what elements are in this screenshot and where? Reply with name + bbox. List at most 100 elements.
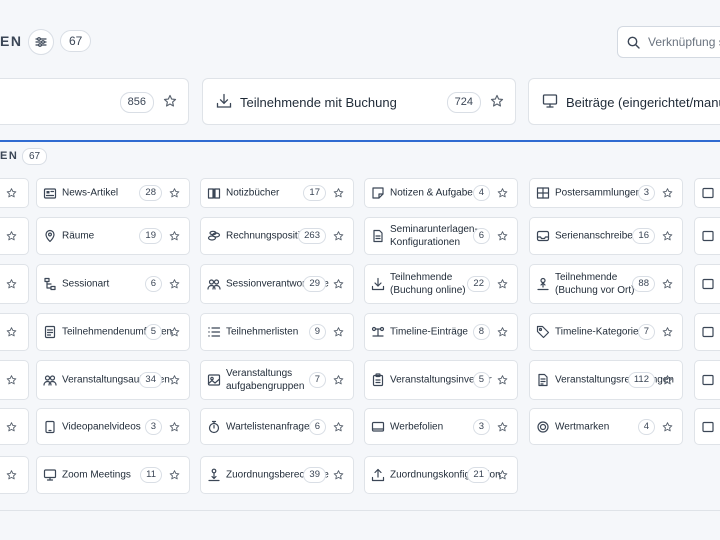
link-card-zuordnungskonfiguration[interactable]: Zuordnungskonfiguration 21 bbox=[364, 456, 518, 494]
star-icon[interactable] bbox=[333, 327, 344, 338]
search-box[interactable] bbox=[617, 26, 720, 58]
star-icon[interactable] bbox=[6, 188, 17, 199]
star-icon[interactable] bbox=[662, 327, 673, 338]
link-card-postersammlungen[interactable]: Postersammlungen 3 bbox=[529, 178, 683, 208]
star-icon[interactable] bbox=[6, 375, 17, 386]
star-icon[interactable] bbox=[662, 188, 673, 199]
link-card-teilnehmendenumfragen[interactable]: Teilnehmendenumfragen 5 bbox=[36, 313, 190, 351]
link-card-news-artikel[interactable]: News-Artikel 28 bbox=[36, 178, 190, 208]
link-card-zuordnungsberechtigte[interactable]: Zuordnungsberechtigte 39 bbox=[200, 456, 354, 494]
link-card[interactable] bbox=[0, 408, 29, 445]
star-icon[interactable] bbox=[497, 421, 508, 432]
featured-card-teilnehmende-mit-buchung[interactable]: Teilnehmende mit Buchung 724 bbox=[202, 78, 516, 125]
link-card-wertmarken[interactable]: Wertmarken 4 bbox=[529, 408, 683, 445]
link-count: 19 bbox=[139, 228, 162, 244]
link-count: 21 bbox=[467, 467, 490, 483]
star-icon[interactable] bbox=[333, 375, 344, 386]
star-icon[interactable] bbox=[169, 231, 180, 242]
link-card-timeline-einträge[interactable]: Timeline-Einträge 8 bbox=[364, 313, 518, 351]
link-card-teilnehmende[interactable]: Teilnehmende (Buchung online) 22 bbox=[364, 264, 518, 304]
link-card-veranstaltungs[interactable]: Veranstaltungs aufgabengruppen 7 bbox=[200, 360, 354, 400]
star-icon[interactable] bbox=[662, 279, 673, 290]
link-card[interactable] bbox=[694, 217, 720, 255]
link-label: Veranstaltungs aufgabengruppen bbox=[226, 368, 305, 392]
featured-card-beitraege[interactable]: Beiträge (eingerichtet/manuell) bbox=[528, 78, 720, 125]
link-card-rechnungspositionen[interactable]: Rechnungspositionen 263 bbox=[200, 217, 354, 255]
star-icon[interactable] bbox=[169, 375, 180, 386]
link-card-notizen-aufgaben[interactable]: Notizen & Aufgaben 4 bbox=[364, 178, 518, 208]
featured-label: Teilnehmende mit Buchung bbox=[240, 95, 397, 110]
star-icon[interactable] bbox=[169, 188, 180, 199]
star-icon[interactable] bbox=[497, 375, 508, 386]
section-title: EN bbox=[0, 150, 19, 162]
link-card-teilnehmerlisten[interactable]: Teilnehmerlisten 9 bbox=[200, 313, 354, 351]
link-card-notizbücher[interactable]: Notizbücher 17 bbox=[200, 178, 354, 208]
star-icon[interactable] bbox=[6, 279, 17, 290]
link-card-veranstaltungsinventar[interactable]: Veranstaltungsinventar 5 bbox=[364, 360, 518, 400]
link-card-teilnehmende[interactable]: Teilnehmende (Buchung vor Ort) 88 bbox=[529, 264, 683, 304]
link-card-serienanschreiben[interactable]: Serienanschreiben 16 bbox=[529, 217, 683, 255]
link-count: 5 bbox=[144, 324, 162, 340]
link-card[interactable] bbox=[694, 408, 720, 445]
link-card-seminarunterlagen[interactable]: Seminarunterlagen- Konfigurationen 6 bbox=[364, 217, 518, 255]
star-icon[interactable] bbox=[497, 327, 508, 338]
star-icon[interactable] bbox=[163, 94, 177, 108]
star-icon[interactable] bbox=[662, 231, 673, 242]
star-icon[interactable] bbox=[333, 421, 344, 432]
star-icon[interactable] bbox=[169, 279, 180, 290]
star-icon[interactable] bbox=[497, 188, 508, 199]
star-icon[interactable] bbox=[497, 470, 508, 481]
link-count: 17 bbox=[303, 185, 326, 201]
search-input[interactable] bbox=[646, 34, 720, 50]
link-card[interactable] bbox=[0, 456, 29, 494]
link-count: 34 bbox=[139, 372, 162, 388]
link-card[interactable] bbox=[0, 264, 29, 304]
star-icon[interactable] bbox=[6, 231, 17, 242]
link-card[interactable] bbox=[694, 178, 720, 208]
link-card-sessionart[interactable]: Sessionart 6 bbox=[36, 264, 190, 304]
star-icon[interactable] bbox=[169, 327, 180, 338]
star-icon[interactable] bbox=[333, 231, 344, 242]
link-label: Postersammlungen bbox=[555, 187, 642, 199]
filter-button[interactable] bbox=[28, 29, 54, 55]
link-card-zoom-meetings[interactable]: Zoom Meetings 11 bbox=[36, 456, 190, 494]
link-card[interactable] bbox=[0, 217, 29, 255]
link-label: Timeline-Einträge bbox=[390, 326, 468, 338]
link-card-werbefolien[interactable]: Werbefolien 3 bbox=[364, 408, 518, 445]
link-card[interactable] bbox=[0, 360, 29, 400]
star-icon[interactable] bbox=[490, 94, 504, 108]
link-card-timeline-kategorien[interactable]: Timeline-Kategorien 7 bbox=[529, 313, 683, 351]
pin-icon bbox=[45, 229, 55, 243]
link-card-videopanelvideos[interactable]: Videopanelvideos 3 bbox=[36, 408, 190, 445]
link-card[interactable] bbox=[0, 313, 29, 351]
tablet-icon bbox=[45, 420, 55, 433]
featured-card[interactable]: 856 bbox=[0, 78, 189, 125]
star-icon[interactable] bbox=[6, 470, 17, 481]
link-card-veranstaltungsrechnungen[interactable]: Veranstaltungsrechnungen 112 bbox=[529, 360, 683, 400]
link-card[interactable] bbox=[694, 360, 720, 400]
star-icon[interactable] bbox=[333, 188, 344, 199]
link-count: 16 bbox=[632, 228, 655, 244]
check-doc-icon bbox=[702, 374, 714, 386]
link-count: 22 bbox=[467, 276, 490, 292]
note-icon bbox=[372, 187, 384, 199]
star-icon[interactable] bbox=[497, 231, 508, 242]
star-icon[interactable] bbox=[662, 375, 673, 386]
star-icon[interactable] bbox=[6, 327, 17, 338]
star-icon[interactable] bbox=[169, 421, 180, 432]
link-card[interactable] bbox=[694, 264, 720, 304]
star-icon[interactable] bbox=[497, 279, 508, 290]
link-card-räume[interactable]: Räume 19 bbox=[36, 217, 190, 255]
link-card-wartelistenanfragen[interactable]: Wartelistenanfragen 6 bbox=[200, 408, 354, 445]
doc-icon bbox=[702, 326, 714, 338]
star-icon[interactable] bbox=[333, 279, 344, 290]
star-icon[interactable] bbox=[169, 470, 180, 481]
link-card-veranstaltungsaufgaben[interactable]: Veranstaltungsaufgaben 34 bbox=[36, 360, 190, 400]
link-card[interactable] bbox=[694, 313, 720, 351]
link-card[interactable] bbox=[0, 178, 29, 208]
star-icon[interactable] bbox=[662, 421, 673, 432]
star-icon[interactable] bbox=[333, 470, 344, 481]
link-count: 3 bbox=[472, 418, 490, 435]
link-card-sessionverantwortliche[interactable]: Sessionverantwortliche 29 bbox=[200, 264, 354, 304]
star-icon[interactable] bbox=[6, 421, 17, 432]
